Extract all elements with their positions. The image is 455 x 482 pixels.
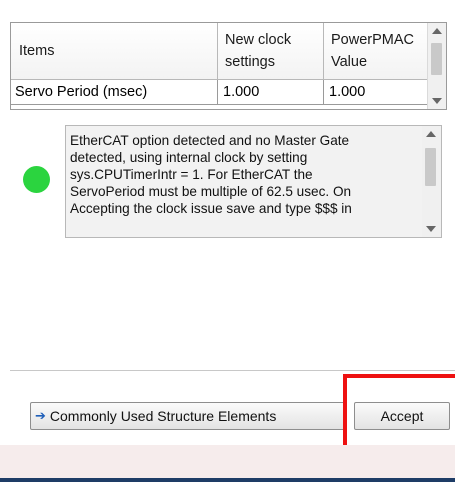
clock-settings-table: Items New clock settings PowerPMAC Value…: [10, 22, 447, 110]
highlight-box: [343, 374, 455, 454]
chevron-up-icon: [426, 131, 436, 137]
clock-grid: Items New clock settings PowerPMAC Value…: [11, 23, 429, 105]
header-items[interactable]: Items: [11, 23, 218, 80]
chevron-down-icon: [432, 98, 442, 104]
table-row[interactable]: Servo Period (msec) 1.000 1.000: [11, 80, 429, 105]
table-header-row: Items New clock settings PowerPMAC Value: [11, 23, 429, 80]
header-powerpmac-value[interactable]: PowerPMAC Value: [324, 23, 429, 80]
cell-item[interactable]: Servo Period (msec): [11, 80, 218, 105]
scroll-up-arrow[interactable]: [428, 23, 446, 39]
header-new-clock-settings[interactable]: New clock settings: [218, 23, 324, 80]
commonly-used-structure-elements-button[interactable]: ➔ Commonly Used Structure Elements: [30, 402, 345, 430]
status-message: EtherCAT option detected and no Master G…: [70, 133, 352, 216]
scroll-thumb[interactable]: [425, 148, 436, 186]
scroll-thumb[interactable]: [431, 43, 442, 75]
table-scrollbar[interactable]: [427, 23, 446, 109]
status-indicator-icon: [23, 166, 50, 193]
bottom-border: [0, 478, 455, 482]
scroll-up-arrow[interactable]: [422, 126, 440, 142]
status-message-box[interactable]: EtherCAT option detected and no Master G…: [65, 125, 442, 238]
footer-band: [0, 445, 455, 478]
cell-new-value[interactable]: 1.000: [218, 80, 324, 105]
structure-button-label: Commonly Used Structure Elements: [49, 408, 277, 424]
chevron-up-icon: [432, 28, 442, 34]
chevron-down-icon: [426, 226, 436, 232]
message-scrollbar[interactable]: [422, 126, 441, 237]
arrow-right-icon: ➔: [35, 408, 46, 423]
divider: [10, 370, 455, 371]
scroll-down-arrow[interactable]: [428, 93, 446, 109]
scroll-down-arrow[interactable]: [422, 221, 440, 237]
cell-pmac-value[interactable]: 1.000: [324, 80, 429, 105]
